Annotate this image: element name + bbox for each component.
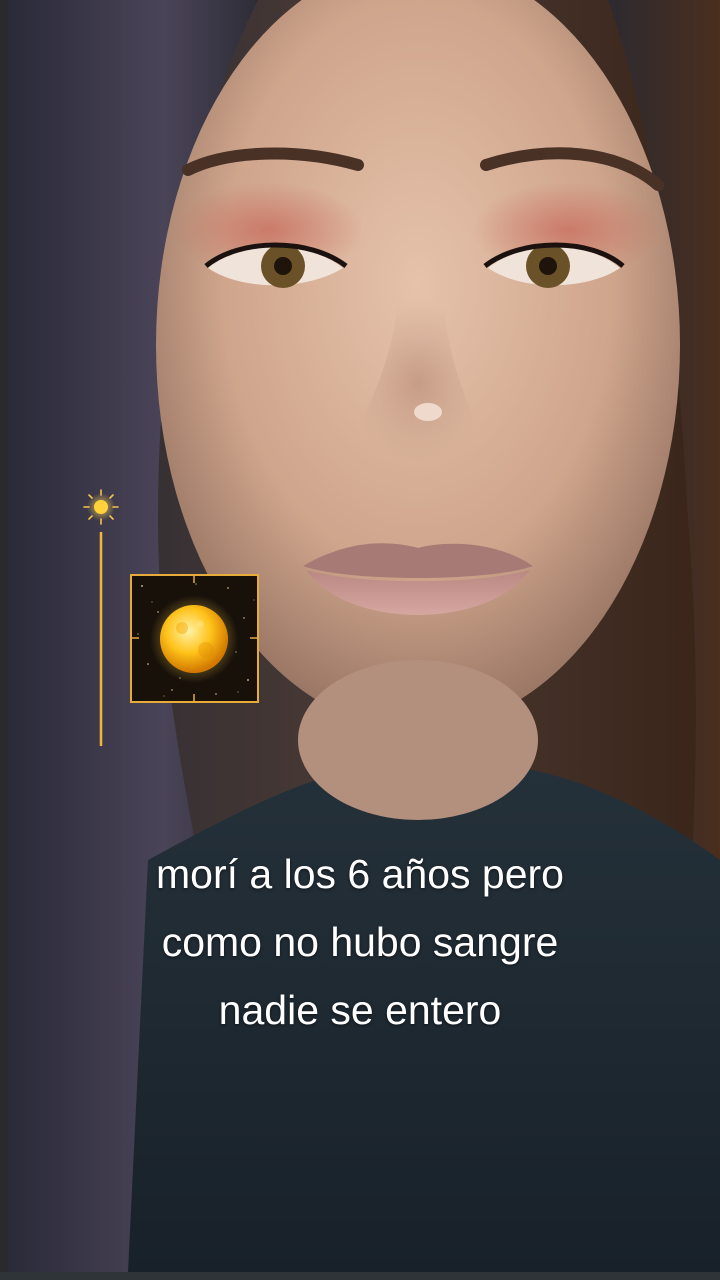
caption-line-1: morí a los 6 años pero (156, 851, 564, 897)
video-caption: morí a los 6 años pero como no hubo sang… (40, 840, 680, 1044)
caption-line-3: nadie se entero (218, 987, 502, 1033)
neck-shadow (298, 660, 538, 820)
caption-line-2: como no hubo sangre (161, 919, 559, 965)
left-edge-strip (0, 0, 8, 1280)
nose-highlight (414, 403, 442, 421)
bottom-edge-strip (0, 1272, 720, 1280)
video-frame[interactable]: morí a los 6 años pero como no hubo sang… (0, 0, 720, 1280)
moon-icon (150, 595, 238, 683)
sun-icon (83, 489, 119, 525)
ar-filter-overlay (83, 489, 259, 746)
